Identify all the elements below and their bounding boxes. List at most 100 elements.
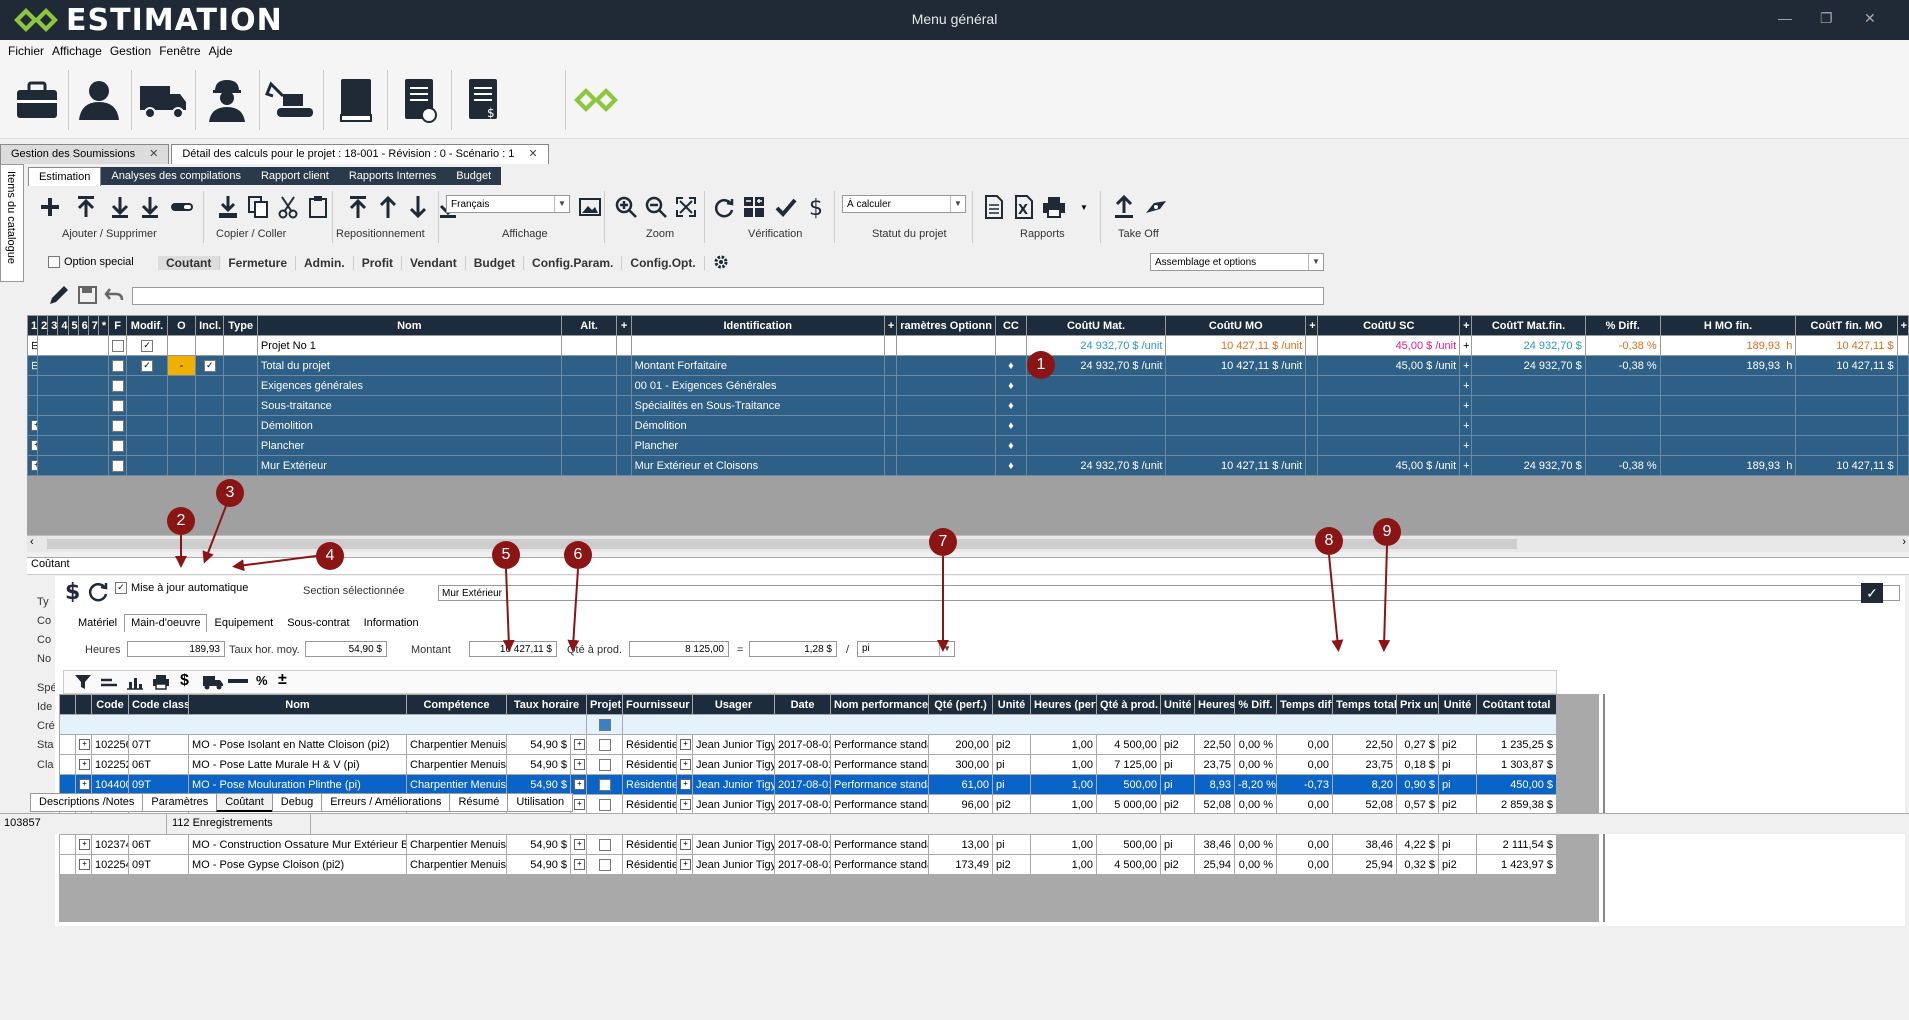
col-code[interactable]: Code <box>91 694 129 715</box>
restore-icon[interactable]: ❐ <box>1820 10 1833 27</box>
col-unite[interactable]: Unité <box>992 694 1032 715</box>
supplier-picker-icon[interactable]: + <box>675 774 694 795</box>
col-unite[interactable]: Unité <box>1160 694 1196 715</box>
confirm-check-icon[interactable]: ✓ <box>1861 583 1883 603</box>
f-checkbox[interactable] <box>112 439 124 452</box>
dollar-icon[interactable]: $ <box>180 672 189 690</box>
move-top-icon[interactable] <box>344 193 372 221</box>
cc-diamond-icon[interactable]: ♦ <box>995 395 1027 416</box>
user-icon[interactable] <box>70 70 128 130</box>
menu-fenetre[interactable]: Fenêtre <box>159 44 200 58</box>
takeoff-icon[interactable] <box>1142 193 1170 221</box>
col-temps-diff[interactable]: Temps diff. <box>1276 694 1334 715</box>
level-5[interactable]: 5 <box>67 315 79 336</box>
excavator-icon[interactable] <box>262 70 320 130</box>
expand-plus[interactable]: + <box>1459 355 1473 376</box>
menu-aide[interactable]: Ajde <box>209 44 233 58</box>
row-name[interactable]: Total du projet <box>256 355 562 376</box>
close-icon[interactable]: ✕ <box>1864 10 1876 27</box>
sum-icon[interactable] <box>100 675 118 692</box>
view-config-param[interactable]: Config.Param. <box>524 256 623 270</box>
bar-chart-icon[interactable] <box>126 674 144 693</box>
taux-field[interactable]: 54,90 $ <box>305 641 387 657</box>
f-checkbox[interactable] <box>112 459 124 472</box>
level-4[interactable]: 4 <box>57 315 69 336</box>
view-config-opt[interactable]: Config.Opt. <box>622 256 705 270</box>
refresh-icon[interactable] <box>87 580 109 605</box>
scissors-icon[interactable] <box>274 193 302 221</box>
plus-minus-icon[interactable]: ± <box>278 671 287 689</box>
scroll-thumb[interactable] <box>47 539 1517 549</box>
col-temps-total[interactable]: Temps total <box>1332 694 1398 715</box>
tree-row[interactable]: Sous-traitance Spécialités en Sous-Traita… <box>26 395 1909 416</box>
tree-expander[interactable]: ⊟ <box>26 355 39 376</box>
tree-row[interactable]: + Démolition Démolition ♦ + <box>26 415 1909 436</box>
tree-expander[interactable]: + <box>26 435 39 456</box>
col-f[interactable]: F <box>107 315 128 336</box>
undo-icon[interactable] <box>104 286 124 307</box>
expand-plus[interactable]: + <box>1459 435 1473 456</box>
expand-plus[interactable]: + <box>1459 335 1473 356</box>
worker-icon[interactable] <box>198 70 256 130</box>
upload-icon[interactable] <box>1110 193 1138 221</box>
view-budget[interactable]: Budget <box>466 256 525 270</box>
menu-fichier[interactable]: Fichier <box>8 44 44 58</box>
qte-field[interactable]: 8 125,00 <box>629 641 729 657</box>
col-projet[interactable]: Projet <box>586 694 623 715</box>
f-checkbox[interactable] <box>112 359 124 372</box>
incl-checkbox[interactable]: ✓ <box>203 359 216 372</box>
col-coutt-mat-fin[interactable]: CoûtT Mat.fin. <box>1471 315 1586 336</box>
row-expand-icon[interactable]: + <box>75 754 92 775</box>
col-pct-diff[interactable]: % Diff. <box>1234 694 1278 715</box>
tab-coutant[interactable]: Coûtant <box>216 793 273 812</box>
zoom-out-icon[interactable] <box>642 193 670 221</box>
col-alt[interactable]: Alt. <box>560 315 618 336</box>
view-coutant[interactable]: Coutant <box>158 256 221 270</box>
project-checkbox[interactable] <box>586 754 623 775</box>
rate-picker-icon[interactable]: + <box>570 774 587 795</box>
col-h-mo-fin[interactable]: H MO fin. <box>1659 315 1797 336</box>
col-coutu-mo[interactable]: CoûtU MO <box>1165 315 1307 336</box>
col-coutu-mat[interactable]: CoûtU Mat. <box>1025 315 1167 336</box>
row-expand-icon[interactable]: + <box>75 774 92 795</box>
tab-budget[interactable]: Budget <box>446 167 501 185</box>
col-heures[interactable]: Heures <box>1194 694 1236 715</box>
f-checkbox[interactable] <box>112 419 124 432</box>
col-expand[interactable]: + <box>1305 315 1319 336</box>
tree-row[interactable]: Exigences générales 00 01 - Exigences Gén… <box>26 375 1909 396</box>
fit-screen-icon[interactable] <box>672 193 700 221</box>
section-input[interactable]: Mur Extérieur <box>438 585 1900 601</box>
tree-expander[interactable] <box>26 395 39 416</box>
excel-icon[interactable]: X <box>1010 193 1038 221</box>
report-check-icon[interactable] <box>390 70 448 130</box>
cc-diamond-icon[interactable]: ♦ <box>995 375 1027 396</box>
ruler-icon[interactable] <box>228 679 248 683</box>
save-icon[interactable] <box>78 286 98 307</box>
row-name[interactable]: Sous-traitance <box>256 395 562 416</box>
col-competence[interactable]: Compétence <box>406 694 507 715</box>
printer-icon[interactable] <box>1040 193 1068 221</box>
tab-analyses[interactable]: Analyses des compilations <box>101 167 251 185</box>
option-special-checkbox[interactable]: Option special <box>48 256 134 268</box>
col-modif[interactable]: Modif. <box>126 315 168 336</box>
close-tab-icon[interactable]: ✕ <box>528 148 537 160</box>
view-fermeture[interactable]: Fermeture <box>220 256 297 270</box>
gear-icon[interactable] <box>705 254 737 273</box>
row-name[interactable]: Plancher <box>256 435 562 456</box>
col-qte-prod[interactable]: Qté à prod. <box>1096 694 1162 715</box>
expand-plus[interactable]: + <box>1459 415 1473 436</box>
col-prix-un[interactable]: Prix un. <box>1396 694 1440 715</box>
rate-picker-icon[interactable]: + <box>570 754 587 775</box>
check-icon[interactable] <box>772 193 800 221</box>
book-icon[interactable] <box>326 70 384 130</box>
project-checkbox[interactable] <box>586 854 623 875</box>
subtab-equipement[interactable]: Equipement <box>207 614 280 632</box>
modif-checkbox[interactable]: ✓ <box>140 339 153 352</box>
document-icon[interactable] <box>980 193 1008 221</box>
expand-plus[interactable]: + <box>1459 455 1473 476</box>
project-checkbox[interactable] <box>586 734 623 755</box>
refresh-icon[interactable] <box>710 193 738 221</box>
col-code-class[interactable]: Code class. <box>128 694 189 715</box>
tab-debug[interactable]: Debug <box>271 793 323 812</box>
row-expand-icon[interactable]: + <box>75 734 92 755</box>
